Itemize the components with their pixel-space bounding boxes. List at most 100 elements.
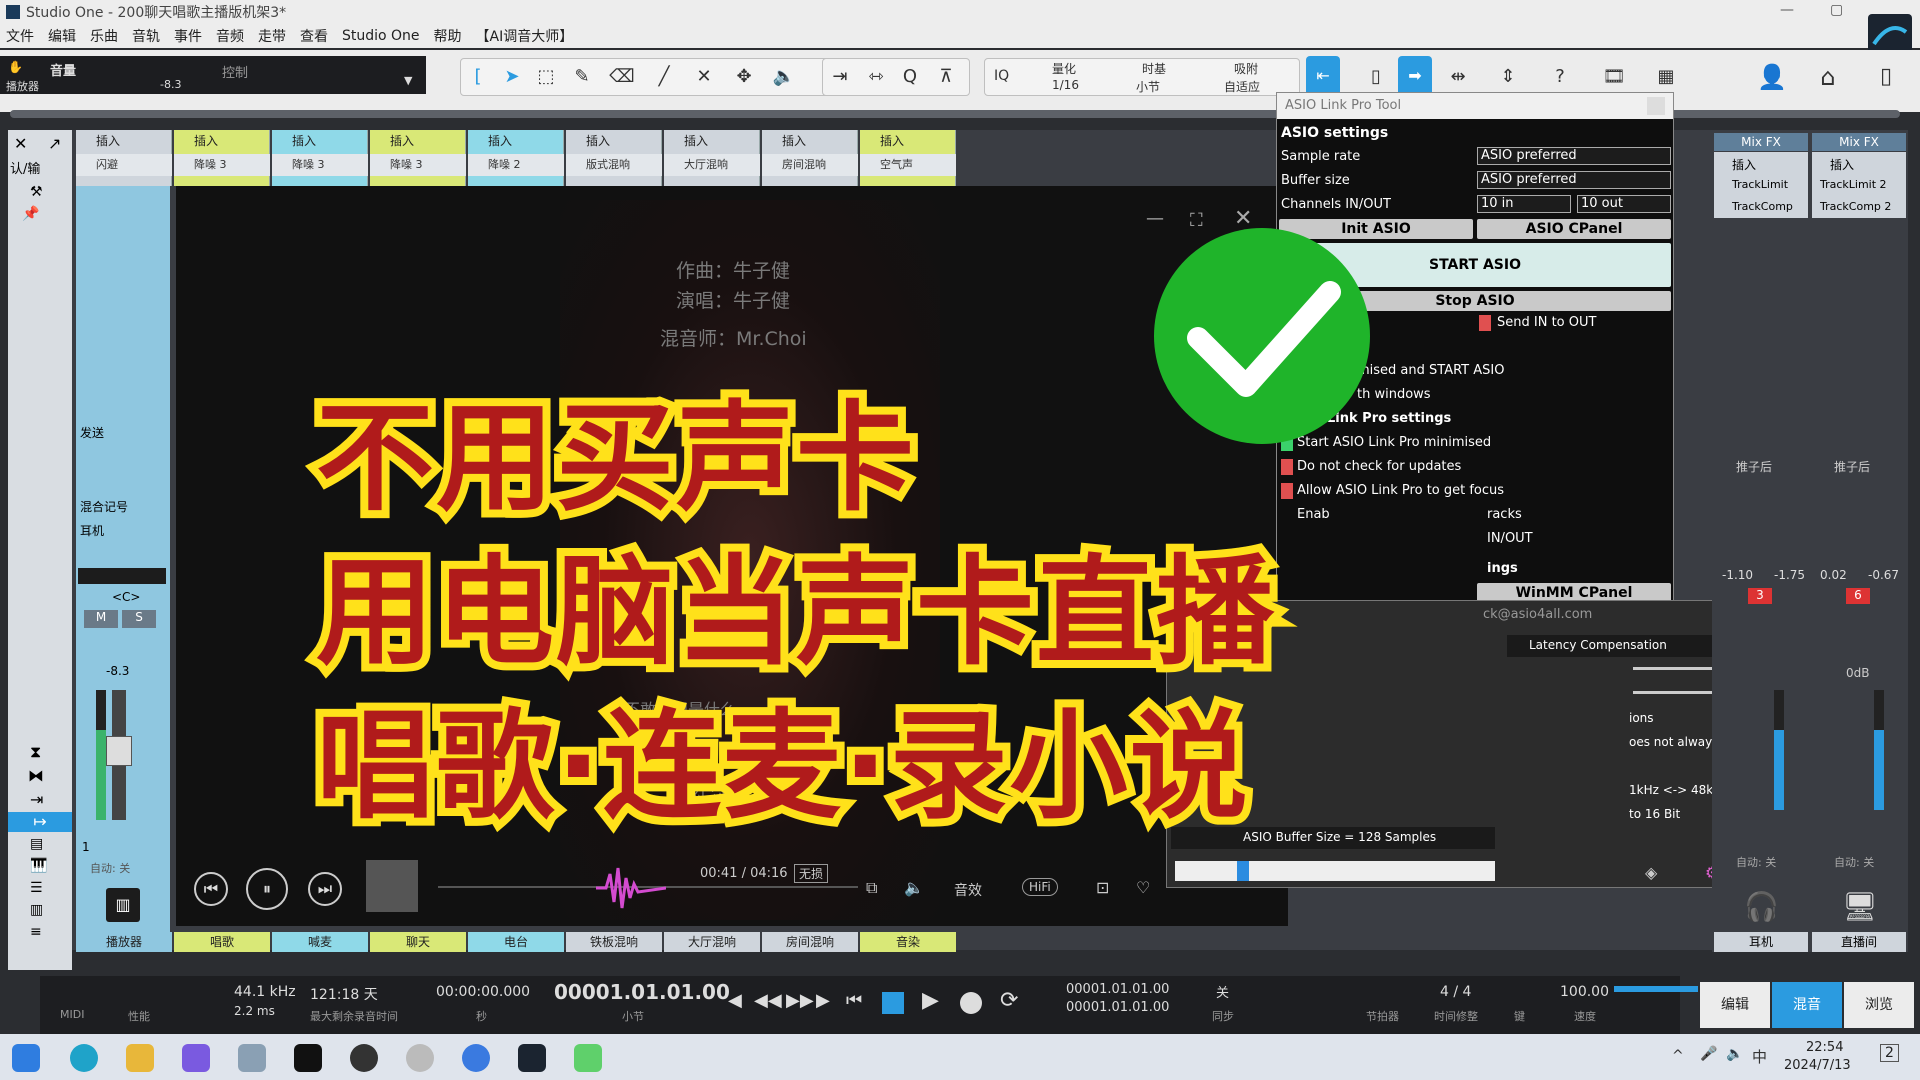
fx-slot[interactable]: 大厅混响 bbox=[664, 154, 760, 176]
snap-left-icon[interactable]: ⇥ bbox=[824, 60, 856, 94]
time-signature[interactable]: 4 / 4 bbox=[1440, 984, 1471, 1000]
menu-audio[interactable]: 音频 bbox=[216, 26, 244, 46]
insert-button[interactable]: 插入 bbox=[468, 130, 564, 152]
solo-button[interactable]: S bbox=[122, 610, 156, 628]
send-in-out-checkbox[interactable] bbox=[1479, 315, 1491, 331]
fx-slot[interactable]: 降噪 3 bbox=[174, 154, 270, 176]
time-seconds[interactable]: 00:00:00.000 bbox=[436, 984, 530, 1000]
edge-icon[interactable] bbox=[70, 1044, 98, 1072]
film-icon[interactable]: 🎞 bbox=[1598, 60, 1630, 94]
expand-icon[interactable]: ↗ bbox=[48, 134, 61, 153]
eraser-icon[interactable]: ⌫ bbox=[606, 60, 638, 94]
clip-indicator[interactable]: 6 bbox=[1846, 588, 1870, 604]
fx-slot[interactable]: 降噪 3 bbox=[272, 154, 368, 176]
windows-start-icon[interactable] bbox=[12, 1044, 40, 1072]
insert-button[interactable]: 插入 bbox=[1732, 156, 1756, 173]
footer-live-room[interactable]: 直播间 bbox=[1812, 932, 1906, 952]
menu-song[interactable]: 乐曲 bbox=[90, 26, 118, 46]
footer-headphones[interactable]: 耳机 bbox=[1714, 932, 1808, 952]
notification-icon[interactable]: 2 bbox=[1880, 1044, 1899, 1062]
footer-shout[interactable]: 喊麦 bbox=[272, 932, 368, 952]
pause-icon[interactable]: ⏸ bbox=[246, 868, 288, 910]
bowtie-icon[interactable]: ⧓ bbox=[28, 766, 44, 785]
fx-slot[interactable]: 房间混响 bbox=[762, 154, 858, 176]
insert-button[interactable]: 插入 bbox=[1830, 156, 1854, 173]
route-active-icon[interactable]: ↦ bbox=[8, 812, 72, 832]
insert-button[interactable]: 插入 bbox=[664, 130, 760, 152]
split-tool-icon[interactable]: ✥ bbox=[728, 60, 760, 94]
fx-slot[interactable]: TrackComp bbox=[1732, 200, 1793, 213]
footer-color[interactable]: 音染 bbox=[860, 932, 956, 952]
fx-slot[interactable]: 闪避 bbox=[76, 154, 172, 176]
listen-tool-icon[interactable]: 🔈 bbox=[768, 60, 800, 94]
post-fader-label[interactable]: 推子后 bbox=[1736, 458, 1772, 475]
diamond-icon[interactable]: ◈ bbox=[1645, 863, 1657, 882]
clock-date[interactable]: 2024/7/13 bbox=[1784, 1058, 1851, 1073]
post-fader-label[interactable]: 推子后 bbox=[1834, 458, 1870, 475]
clock-time[interactable]: 22:54 bbox=[1806, 1040, 1843, 1055]
tab-mix[interactable]: 混音 bbox=[1772, 982, 1842, 1028]
stretch-icon[interactable]: ⇿ bbox=[860, 60, 892, 94]
layout-icon[interactable]: ▯ bbox=[1360, 60, 1392, 94]
paint-icon[interactable]: ╱ bbox=[648, 60, 680, 94]
menu-track[interactable]: 音轨 bbox=[132, 26, 160, 46]
footer-sing[interactable]: 唱歌 bbox=[174, 932, 270, 952]
panel-icon[interactable]: ▤ bbox=[30, 836, 43, 852]
app-icon-capcut[interactable] bbox=[294, 1044, 322, 1072]
app-icon-obs[interactable] bbox=[350, 1044, 378, 1072]
mute-button[interactable]: M bbox=[84, 610, 118, 628]
close-icon[interactable]: ✕ bbox=[14, 134, 27, 153]
menu-file[interactable]: 文件 bbox=[6, 26, 34, 46]
insert-button[interactable]: 插入 bbox=[76, 130, 172, 152]
loop-right[interactable]: 00001.01.01.00 bbox=[1066, 1000, 1169, 1015]
app-icon-notepad[interactable] bbox=[238, 1044, 266, 1072]
chevron-down-icon[interactable]: ▼ bbox=[404, 74, 412, 87]
pan-slider[interactable] bbox=[78, 568, 166, 584]
timebase-value[interactable]: 小节 bbox=[1136, 78, 1160, 95]
fx-slot[interactable]: 空气声 bbox=[860, 154, 956, 176]
list-icon[interactable]: ≡ bbox=[30, 924, 42, 940]
page-icon[interactable]: ▯ bbox=[1870, 60, 1902, 94]
align-icon[interactable]: ⇕ bbox=[1492, 60, 1524, 94]
minimize-button[interactable]: — bbox=[1780, 2, 1794, 18]
lossless-badge[interactable]: 无损 bbox=[794, 864, 829, 883]
home-icon[interactable]: ⌂ bbox=[1812, 60, 1844, 94]
no-updates-checkbox[interactable] bbox=[1281, 459, 1293, 475]
forward-icon[interactable]: ▶▶ bbox=[786, 990, 814, 1011]
hifi-badge[interactable]: HiFi bbox=[1022, 878, 1058, 896]
app-icon-globe[interactable] bbox=[406, 1044, 434, 1072]
minimize-video-icon[interactable]: — bbox=[1146, 208, 1164, 229]
footer-room[interactable]: 房间混响 bbox=[762, 932, 858, 952]
heart-icon[interactable]: ♡ bbox=[1136, 878, 1150, 897]
app-icon-wave[interactable] bbox=[182, 1044, 210, 1072]
help-icon[interactable]: ? bbox=[1544, 60, 1576, 94]
footer-radio[interactable]: 电台 bbox=[468, 932, 564, 952]
insert-button[interactable]: 插入 bbox=[174, 130, 270, 152]
buffer-size-dropdown[interactable]: ASIO preferred bbox=[1477, 171, 1671, 189]
automation-label[interactable]: 自动: 关 bbox=[90, 860, 130, 876]
split-view-icon[interactable]: ⇹ bbox=[1442, 60, 1474, 94]
play-icon[interactable]: ▶ bbox=[922, 988, 939, 1013]
pencil-icon[interactable]: ✎ bbox=[566, 60, 598, 94]
tab-edit[interactable]: 编辑 bbox=[1700, 982, 1770, 1028]
bars-position[interactable]: 00001.01.01.00 bbox=[554, 980, 730, 1004]
fx-slot[interactable]: TrackLimit bbox=[1732, 178, 1788, 191]
insert-button[interactable]: 插入 bbox=[370, 130, 466, 152]
tab-browse[interactable]: 浏览 bbox=[1844, 982, 1914, 1028]
allow-focus-checkbox[interactable] bbox=[1281, 483, 1293, 499]
zoom-icon[interactable]: Q bbox=[894, 60, 926, 94]
grid-icon[interactable]: ⊼ bbox=[930, 60, 962, 94]
sample-rate-dropdown[interactable]: ASIO preferred bbox=[1477, 147, 1671, 165]
piano-icon[interactable]: 🎹 bbox=[30, 858, 47, 874]
automation-label[interactable]: 自动: 关 bbox=[1736, 854, 1776, 870]
mute-tool-icon[interactable]: ✕ bbox=[688, 60, 720, 94]
insert-button[interactable]: 插入 bbox=[272, 130, 368, 152]
menu-help[interactable]: 帮助 bbox=[434, 26, 462, 46]
footer-chat[interactable]: 聊天 bbox=[370, 932, 466, 952]
arrow-tool-icon[interactable]: ➤ bbox=[496, 60, 528, 94]
insert-button[interactable]: 插入 bbox=[566, 130, 662, 152]
footer-hall[interactable]: 大厅混响 bbox=[664, 932, 760, 952]
stop-icon[interactable] bbox=[882, 992, 904, 1014]
next-icon[interactable]: ⏭ bbox=[308, 872, 342, 906]
previous-icon[interactable]: ⏮ bbox=[194, 872, 228, 906]
